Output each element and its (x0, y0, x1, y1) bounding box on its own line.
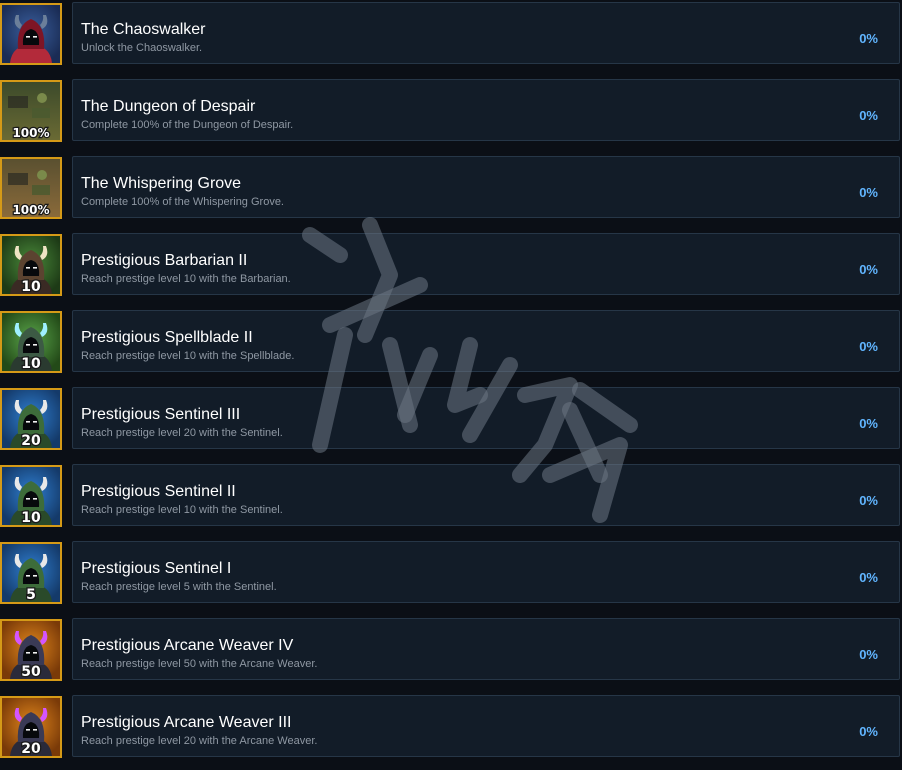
achievement-row[interactable]: 10 Prestigious Spellblade II Reach prest… (0, 308, 902, 385)
achievement-panel: Prestigious Arcane Weaver III Reach pres… (72, 695, 900, 757)
achievement-row[interactable]: 100% The Dungeon of Despair Complete 100… (0, 77, 902, 154)
achievement-title: Prestigious Spellblade II (81, 329, 253, 346)
achievement-title: The Whispering Grove (81, 175, 242, 192)
achievement-row[interactable]: 20 Prestigious Sentinel III Reach presti… (0, 385, 902, 462)
achievement-progress: 0% (859, 493, 878, 508)
achievement-panel: Prestigious Barbarian II Reach prestige … (72, 233, 900, 295)
icon-label: 10 (21, 279, 41, 294)
arcane-weaver-icon: 50 (0, 619, 62, 681)
achievement-progress: 0% (859, 108, 878, 123)
achievement-title: The Dungeon of Despair (81, 98, 256, 115)
achievement-panel: The Whispering Grove Complete 100% of th… (72, 156, 900, 218)
sentinel-icon: 10 (0, 465, 62, 527)
icon-label: 20 (21, 433, 41, 448)
achievement-row[interactable]: 10 Prestigious Sentinel II Reach prestig… (0, 462, 902, 539)
sentinel-icon: 20 (0, 388, 62, 450)
dungeon-map-icon: 100% (0, 80, 62, 142)
achievement-description: Complete 100% of the Whispering Grove. (81, 196, 284, 208)
icon-label: 10 (21, 356, 41, 371)
achievement-row[interactable]: 20 Prestigious Arcane Weaver III Reach p… (0, 693, 902, 770)
achievement-description: Reach prestige level 20 with the Sentine… (81, 427, 283, 439)
achievement-description: Unlock the Chaoswalker. (81, 42, 203, 54)
icon-label: 10 (21, 510, 41, 525)
achievement-title: Prestigious Arcane Weaver III (81, 714, 292, 731)
achievement-description: Complete 100% of the Dungeon of Despair. (81, 119, 294, 131)
achievement-panel: The Dungeon of Despair Complete 100% of … (72, 79, 900, 141)
sentinel-icon: 5 (0, 542, 62, 604)
achievement-description: Reach prestige level 20 with the Arcane … (81, 735, 318, 747)
icon-label: 50 (21, 664, 41, 679)
arcane-weaver-icon: 20 (0, 696, 62, 758)
achievement-title: Prestigious Sentinel III (81, 406, 241, 423)
achievement-description: Reach prestige level 50 with the Arcane … (81, 658, 318, 670)
achievement-panel: Prestigious Sentinel III Reach prestige … (72, 387, 900, 449)
achievement-row[interactable]: 10 Prestigious Barbarian II Reach presti… (0, 231, 902, 308)
achievement-progress: 0% (859, 262, 878, 277)
achievement-title: The Chaoswalker (81, 21, 206, 38)
achievement-panel: Prestigious Sentinel II Reach prestige l… (72, 464, 900, 526)
achievement-panel: Prestigious Spellblade II Reach prestige… (72, 310, 900, 372)
achievement-progress: 0% (859, 339, 878, 354)
achievement-description: Reach prestige level 10 with the Barbari… (81, 273, 291, 285)
achievement-row[interactable]: 5 Prestigious Sentinel I Reach prestige … (0, 539, 902, 616)
grove-map-icon: 100% (0, 157, 62, 219)
achievement-panel: The Chaoswalker Unlock the Chaoswalker. … (72, 2, 900, 64)
achievement-panel: Prestigious Arcane Weaver IV Reach prest… (72, 618, 900, 680)
spellblade-icon: 10 (0, 311, 62, 373)
achievement-title: Prestigious Barbarian II (81, 252, 248, 269)
achievement-progress: 0% (859, 570, 878, 585)
achievement-row[interactable]: The Chaoswalker Unlock the Chaoswalker. … (0, 0, 902, 77)
achievement-progress: 0% (859, 416, 878, 431)
achievement-description: Reach prestige level 10 with the Spellbl… (81, 350, 295, 362)
achievement-progress: 0% (859, 31, 878, 46)
achievement-title: Prestigious Sentinel I (81, 560, 232, 577)
achievement-description: Reach prestige level 5 with the Sentinel… (81, 581, 277, 593)
achievement-progress: 0% (859, 724, 878, 739)
achievement-description: Reach prestige level 10 with the Sentine… (81, 504, 283, 516)
barbarian-icon: 10 (0, 234, 62, 296)
achievement-row[interactable]: 50 Prestigious Arcane Weaver IV Reach pr… (0, 616, 902, 693)
icon-label: 100% (12, 203, 49, 217)
icon-label: 100% (12, 126, 49, 140)
achievement-title: Prestigious Sentinel II (81, 483, 236, 500)
achievement-progress: 0% (859, 185, 878, 200)
icon-label: 5 (26, 587, 36, 602)
chaoswalker-icon (0, 3, 62, 65)
achievement-panel: Prestigious Sentinel I Reach prestige le… (72, 541, 900, 603)
icon-label: 20 (21, 741, 41, 756)
achievement-row[interactable]: 100% The Whispering Grove Complete 100% … (0, 154, 902, 231)
achievement-title: Prestigious Arcane Weaver IV (81, 637, 294, 654)
achievement-progress: 0% (859, 647, 878, 662)
